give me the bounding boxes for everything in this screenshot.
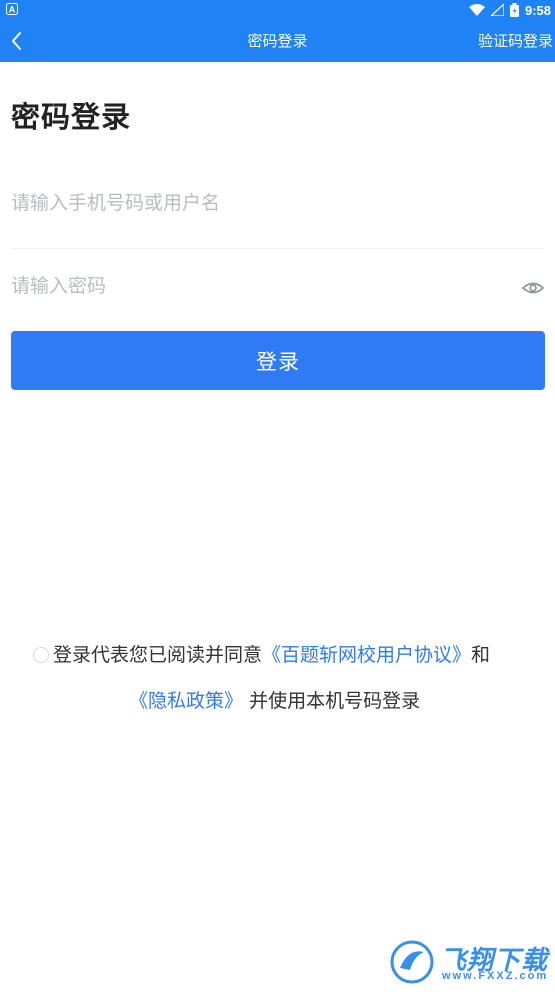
nav-title: 密码登录 — [247, 32, 308, 50]
signal-icon — [490, 4, 504, 16]
svg-text:A: A — [9, 5, 16, 15]
nav-bar: 密码登录 验证码登录 — [0, 20, 555, 62]
login-button[interactable]: 登录 — [11, 331, 545, 390]
notification-app-icon: A — [6, 3, 18, 15]
watermark-logo-icon — [390, 940, 434, 984]
watermark-url: www.FXXZ.com — [442, 970, 549, 982]
field-divider — [11, 248, 545, 249]
battery-icon — [509, 3, 519, 17]
status-time: 9:58 — [524, 2, 551, 18]
page-title: 密码登录 — [11, 100, 132, 134]
show-password-eye-icon[interactable] — [522, 279, 544, 297]
watermark: 飞翔下载 www.FXXZ.com — [390, 938, 550, 988]
agreement-prefix: 登录代表您已阅读并同意 — [53, 644, 263, 666]
agreement-suffix: 并使用本机号码登录 — [249, 690, 421, 712]
agreement-checkbox[interactable] — [33, 647, 49, 663]
wifi-icon — [468, 4, 485, 16]
username-field — [11, 192, 545, 220]
agreement-line-1: 登录代表您已阅读并同意 《百题斩网校用户协议》 和 — [33, 635, 490, 675]
username-input[interactable] — [11, 192, 545, 214]
sms-code-login-link[interactable]: 验证码登录 — [478, 20, 553, 62]
password-field — [11, 275, 545, 303]
agreement-conjunction: 和 — [471, 644, 491, 666]
agreement-line-2: 《隐私政策》 并使用本机号码登录 — [129, 681, 420, 721]
status-right-group: 9:58 — [468, 0, 551, 20]
user-agreement-link[interactable]: 《百题斩网校用户协议》 — [262, 635, 471, 675]
privacy-policy-link[interactable]: 《隐私政策》 — [129, 690, 243, 712]
status-bar: A 9:58 — [0, 0, 555, 20]
password-input[interactable] — [11, 275, 545, 297]
